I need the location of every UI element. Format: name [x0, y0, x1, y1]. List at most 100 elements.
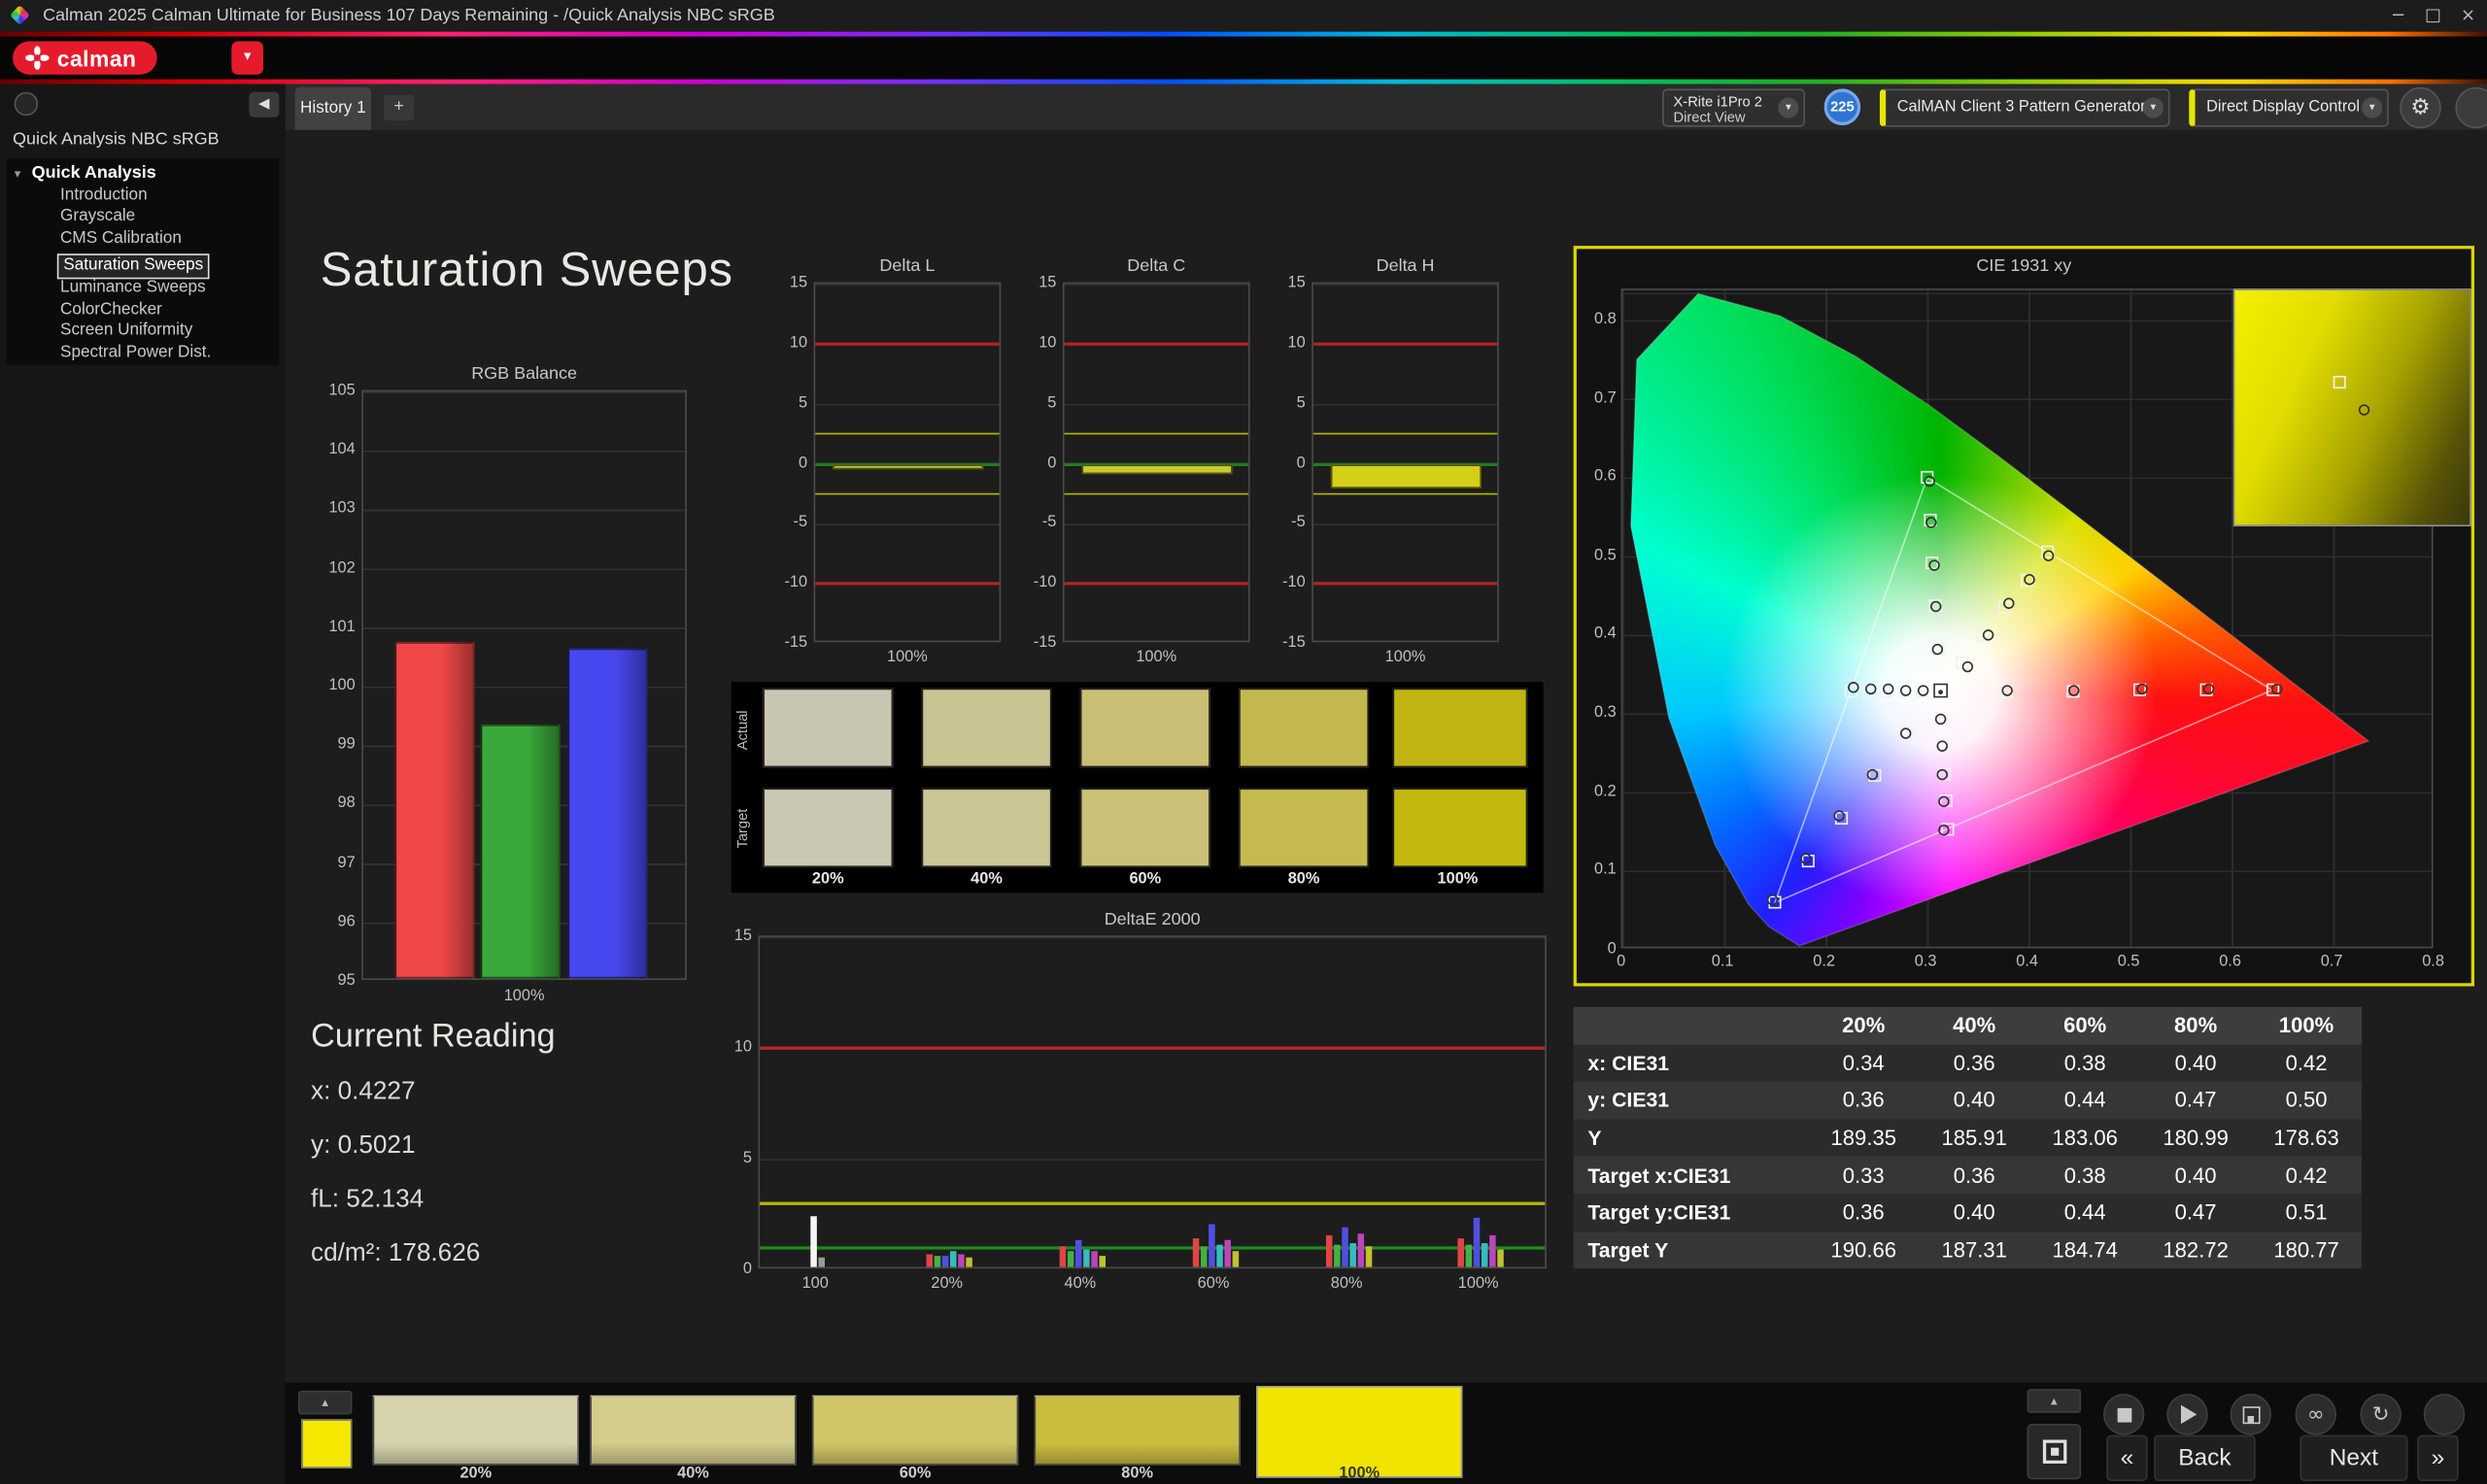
- gear-icon[interactable]: ⚙: [2400, 86, 2441, 129]
- current-color-swatch[interactable]: [301, 1419, 353, 1468]
- level-swatch-button-20%[interactable]: [372, 1395, 579, 1466]
- meter-dropdown[interactable]: X-Rite i1Pro 2 Direct View ▾: [1662, 88, 1806, 127]
- target-swatch-100%: [1392, 788, 1528, 868]
- pattern-window-button[interactable]: [2027, 1424, 2082, 1480]
- table-row-label: Target y:CIE31: [1587, 1200, 1731, 1225]
- level-swatch-label: 100%: [1339, 1465, 1380, 1483]
- save-button[interactable]: [2230, 1394, 2272, 1435]
- table-cell: 187.31: [1941, 1237, 2007, 1263]
- table-header-cell: 80%: [2174, 1013, 2218, 1038]
- loop-button[interactable]: ∞: [2295, 1394, 2336, 1435]
- refresh-button[interactable]: ↻: [2360, 1394, 2402, 1435]
- first-page-button[interactable]: «: [2106, 1434, 2148, 1481]
- workflow-tree: ▾ Quick Analysis Introduction Grayscale CM…: [6, 158, 280, 365]
- sidebar-item-grayscale[interactable]: Grayscale: [60, 206, 279, 227]
- limit-line: [760, 1246, 1546, 1250]
- cie-actual-marker-yellow: [1961, 660, 1974, 672]
- delta-bar: [1330, 463, 1482, 489]
- limit-line: [1312, 342, 1498, 346]
- deltae-bar: [1090, 1251, 1098, 1267]
- sidebar-item-screen-uniformity[interactable]: Screen Uniformity: [60, 320, 279, 342]
- display-control-dropdown[interactable]: Direct Display Control ▾: [2189, 88, 2389, 127]
- delta-c-chart: [1062, 282, 1250, 643]
- delta-ytick: 15: [1287, 274, 1306, 292]
- next-button[interactable]: Next: [2300, 1434, 2408, 1481]
- tab-history-1[interactable]: History 1: [294, 86, 372, 130]
- cie-ytick: 0.2: [1594, 782, 1617, 800]
- delta-ytick: 10: [1039, 334, 1057, 353]
- tree-root[interactable]: ▾ Quick Analysis: [7, 163, 280, 185]
- saturation-swatch-panel: Actual Target 20% 40% 60% 80% 100%: [731, 682, 1544, 894]
- table-cell: 185.91: [1941, 1126, 2007, 1150]
- last-page-button[interactable]: »: [2417, 1434, 2459, 1481]
- deltae-bar: [1082, 1249, 1089, 1267]
- limit-line: [1312, 582, 1498, 586]
- more-options-button[interactable]: [2455, 86, 2487, 129]
- cie-actual-marker-magenta: [1935, 713, 1947, 725]
- maximize-button[interactable]: □: [2421, 3, 2446, 28]
- table-cell: 189.35: [1830, 1126, 1896, 1150]
- delta-l-xlabel: 100%: [887, 648, 928, 666]
- sidebar-menu-icon[interactable]: [14, 91, 39, 117]
- cie-xtick: 0: [1617, 953, 1626, 971]
- level-swatch-button-40%[interactable]: [590, 1395, 797, 1466]
- close-button[interactable]: ×: [2455, 3, 2480, 28]
- add-tab-button[interactable]: +: [384, 94, 415, 121]
- sidebar-item-spectral-power-dist-[interactable]: Spectral Power Dist.: [60, 342, 279, 363]
- sidebar-item-introduction[interactable]: Introduction: [60, 185, 279, 206]
- minimize-button[interactable]: −: [2386, 3, 2411, 28]
- saturation-results-table: 20% 40% 60% 80% 100% x: CIE31 0.34 0.36 0.38 0.40…: [1573, 1006, 2363, 1269]
- level-swatch-button-60%[interactable]: [811, 1395, 1019, 1466]
- logo-menu-button[interactable]: ▾: [231, 41, 264, 75]
- sidebar-item-luminance-sweeps[interactable]: Luminance Sweeps: [60, 278, 279, 299]
- sidebar-item-colorchecker[interactable]: ColorChecker: [60, 299, 279, 320]
- table-cell: 0.42: [2285, 1051, 2328, 1075]
- table-cell: 0.40: [2174, 1163, 2217, 1188]
- logo-text: calman: [56, 45, 137, 71]
- rgb-balance-title: RGB Balance: [471, 364, 578, 385]
- play-button[interactable]: [2166, 1394, 2208, 1435]
- target-swatch-20%: [763, 788, 894, 868]
- cie-xtick: 0.4: [2016, 953, 2038, 971]
- collapse-up-button-right[interactable]: ▴: [2027, 1389, 2082, 1413]
- collapse-up-button-left[interactable]: ▴: [297, 1390, 353, 1415]
- app-icon: [10, 5, 30, 25]
- back-button[interactable]: Back: [2154, 1434, 2256, 1481]
- limit-line: [1064, 342, 1248, 346]
- level-swatch-button-100%[interactable]: [1256, 1385, 1463, 1478]
- deltae-bar: [1348, 1242, 1356, 1267]
- deltae-bar: [1098, 1256, 1106, 1267]
- deltae-bar: [1333, 1244, 1340, 1267]
- target-swatch-60%: [1079, 788, 1210, 868]
- limit-line: [1064, 492, 1248, 495]
- table-cell: 180.77: [2273, 1237, 2339, 1263]
- cie-ytick: 0.7: [1594, 388, 1617, 407]
- limit-line: [815, 582, 1000, 586]
- meter-status-badge[interactable]: 225: [1823, 88, 1861, 125]
- delta-ytick: -15: [1282, 634, 1306, 653]
- actual-row-label: Actual: [733, 709, 751, 750]
- sidebar-item-saturation-sweeps[interactable]: Saturation Sweeps: [56, 253, 210, 279]
- table-cell: 0.50: [2285, 1088, 2328, 1113]
- deltae-bar: [1464, 1244, 1472, 1267]
- extra-transport-button[interactable]: [2423, 1394, 2466, 1435]
- pattern-generator-dropdown[interactable]: CalMAN Client 3 Pattern Generator ▾: [1879, 88, 2170, 127]
- deltae-xtick: 80%: [1330, 1274, 1363, 1293]
- stop-button[interactable]: [2102, 1394, 2145, 1435]
- table-row-label: y: CIE31: [1587, 1088, 1670, 1113]
- cie-white-point-marker: [1932, 684, 1948, 698]
- table-row-label: Target Y: [1587, 1237, 1669, 1263]
- delta-c-xlabel: 100%: [1136, 648, 1177, 666]
- deltae-bar: [1356, 1233, 1364, 1267]
- sidebar-item-cms-calibration[interactable]: CMS Calibration: [60, 227, 279, 249]
- cie-ytick: 0.5: [1594, 546, 1617, 564]
- cie-actual-marker-yellow: [1982, 629, 1994, 641]
- delta-ytick: -5: [1041, 514, 1057, 532]
- sidebar-collapse-button[interactable]: ◀: [249, 91, 280, 118]
- deltae-bar: [1488, 1235, 1495, 1267]
- table-cell: 0.51: [2285, 1200, 2328, 1225]
- table-cell: 0.36: [1953, 1163, 1995, 1188]
- level-swatch-button-80%[interactable]: [1034, 1395, 1241, 1466]
- delta-ytick: 10: [1287, 334, 1306, 353]
- calman-logo[interactable]: calman: [13, 41, 157, 75]
